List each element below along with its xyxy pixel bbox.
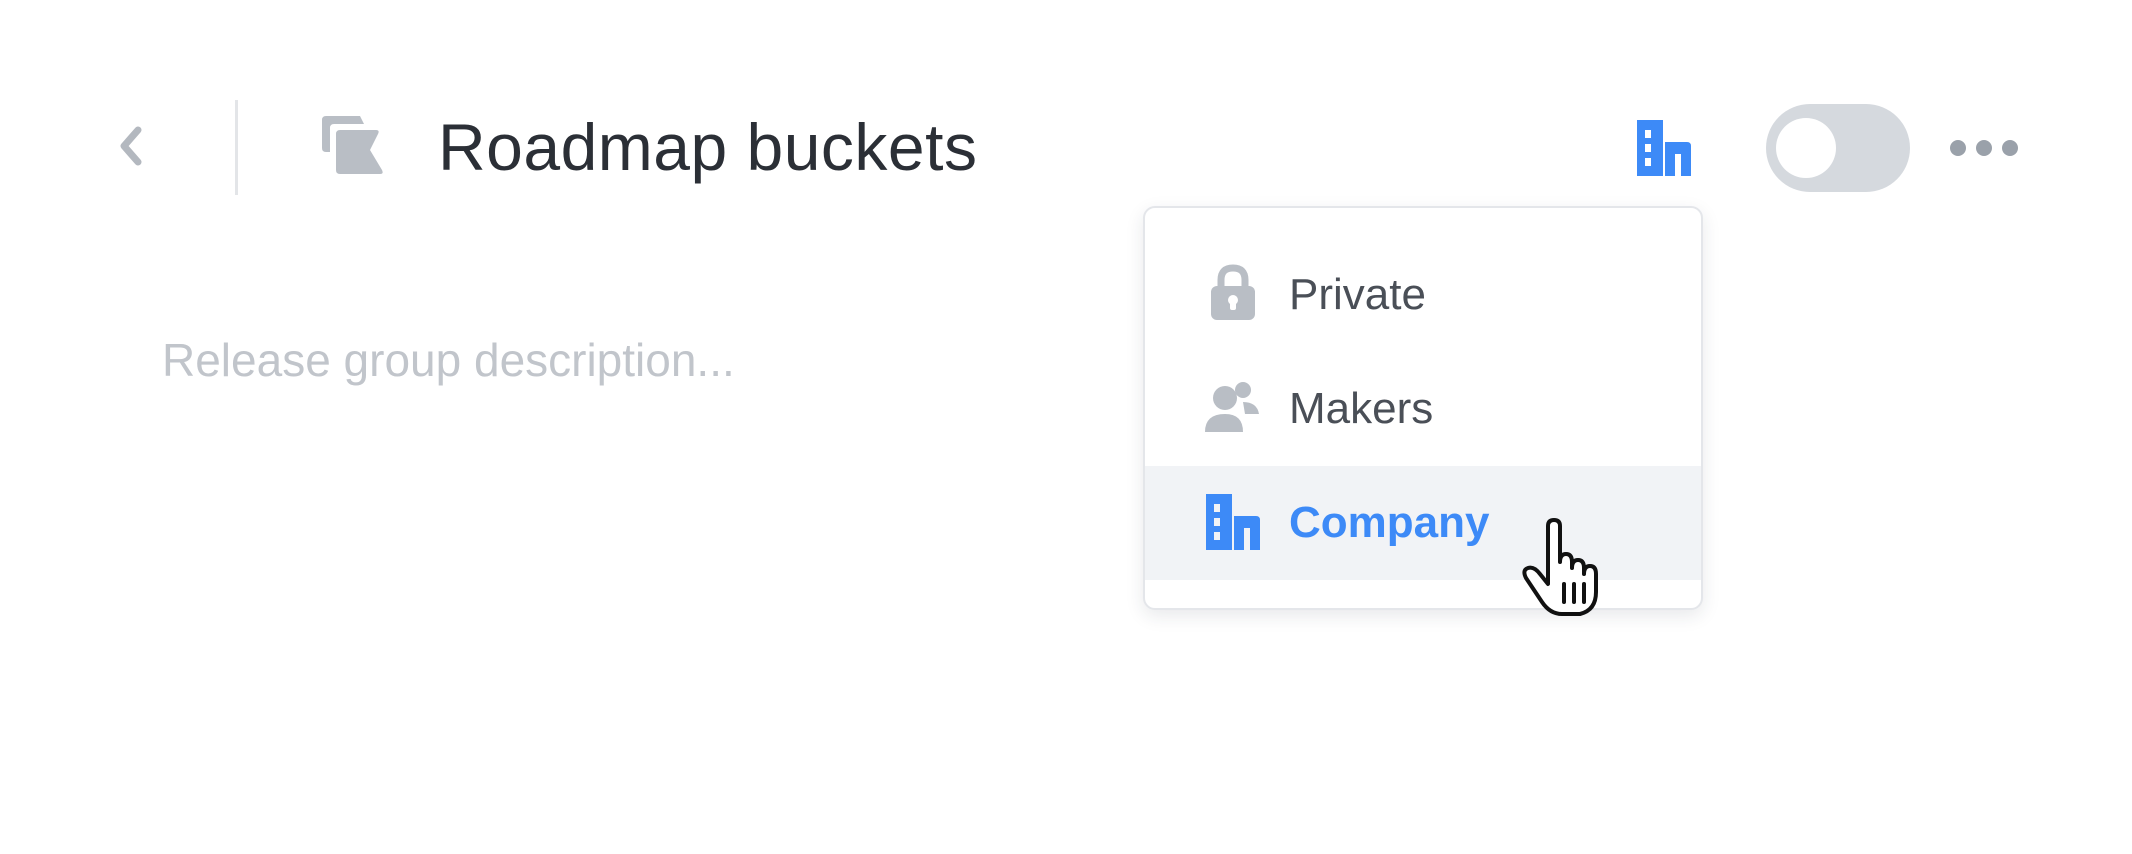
building-icon (1637, 120, 1691, 176)
menu-item-label: Company (1289, 498, 1490, 547)
description-input[interactable] (162, 328, 1062, 392)
toggle-knob (1776, 118, 1836, 178)
more-options-button[interactable] (1950, 126, 2018, 170)
menu-item-company[interactable]: Company (1145, 466, 1701, 580)
buckets-icon (322, 116, 383, 174)
page-title[interactable]: Roadmap buckets (438, 106, 977, 188)
back-button[interactable] (110, 116, 150, 176)
visibility-toggle[interactable] (1766, 104, 1910, 192)
menu-item-private[interactable]: Private (1145, 238, 1701, 352)
chevron-left-icon (120, 126, 142, 166)
lock-icon (1211, 264, 1255, 320)
building-icon (1206, 494, 1260, 550)
more-horizontal-icon-dot (2002, 140, 2018, 156)
menu-item-label: Private (1289, 270, 1426, 319)
users-icon (1205, 382, 1259, 432)
header-divider (235, 100, 238, 195)
more-horizontal-icon-dot (1976, 140, 1992, 156)
visibility-dropdown: Private Makers Company (1143, 206, 1703, 610)
menu-item-makers[interactable]: Makers (1145, 352, 1701, 466)
menu-item-label: Makers (1289, 384, 1434, 433)
release-group-page: Roadmap buckets Private (0, 0, 2132, 854)
visibility-button[interactable] (1630, 114, 1698, 182)
more-horizontal-icon-dot (1950, 140, 1966, 156)
